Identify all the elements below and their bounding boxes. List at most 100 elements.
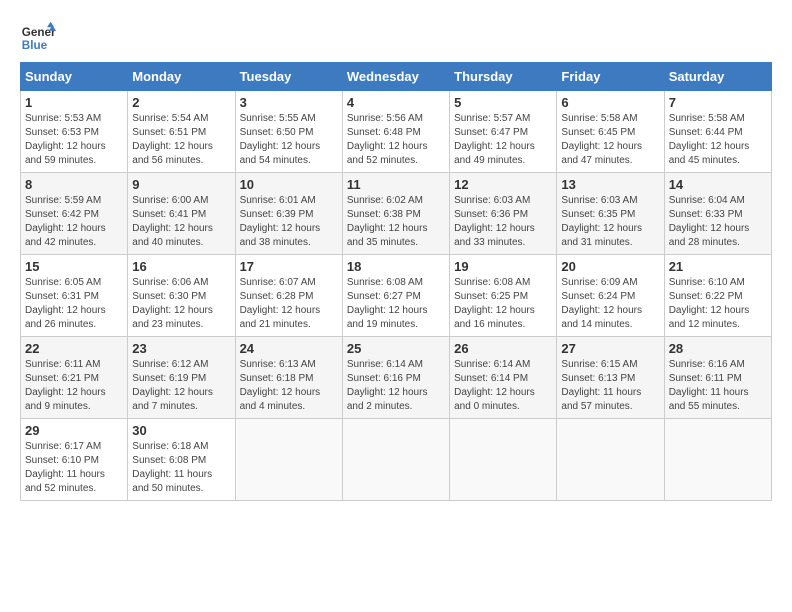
weekday-header-saturday: Saturday [664,63,771,91]
weekday-header-wednesday: Wednesday [342,63,449,91]
day-info: Sunrise: 6:08 AM Sunset: 6:25 PM Dayligh… [454,276,552,332]
day-info: Sunrise: 6:17 AM Sunset: 6:10 PM Dayligh… [25,440,123,496]
day-cell: 29 Sunrise: 6:17 AM Sunset: 6:10 PM Dayli… [21,419,128,501]
day-cell: 26 Sunrise: 6:14 AM Sunset: 6:14 PM Dayli… [450,337,557,419]
day-number: 3 [240,95,338,110]
day-number: 25 [347,341,445,356]
day-number: 9 [132,177,230,192]
day-cell: 19 Sunrise: 6:08 AM Sunset: 6:25 PM Dayli… [450,255,557,337]
day-number: 23 [132,341,230,356]
day-info: Sunrise: 6:09 AM Sunset: 6:24 PM Dayligh… [561,276,659,332]
day-number: 7 [669,95,767,110]
day-number: 13 [561,177,659,192]
day-number: 24 [240,341,338,356]
day-info: Sunrise: 5:58 AM Sunset: 6:45 PM Dayligh… [561,112,659,168]
day-cell [664,419,771,501]
week-row-2: 8Sunrise: 5:59 AM Sunset: 6:42 PM Daylig… [21,173,772,255]
day-cell: 4Sunrise: 5:56 AM Sunset: 6:48 PM Daylig… [342,91,449,173]
day-info: Sunrise: 5:55 AM Sunset: 6:50 PM Dayligh… [240,112,338,168]
logo: General Blue [20,20,56,56]
day-cell [557,419,664,501]
week-row-4: 22 Sunrise: 6:11 AM Sunset: 6:21 PM Dayli… [21,337,772,419]
day-info: Sunrise: 6:02 AM Sunset: 6:38 PM Dayligh… [347,194,445,250]
day-number: 10 [240,177,338,192]
day-number: 16 [132,259,230,274]
day-number: 27 [561,341,659,356]
day-info: Sunrise: 6:03 AM Sunset: 6:35 PM Dayligh… [561,194,659,250]
day-cell: 15 Sunrise: 6:05 AM Sunset: 6:31 PM Dayli… [21,255,128,337]
day-cell: 11Sunrise: 6:02 AM Sunset: 6:38 PM Dayli… [342,173,449,255]
day-cell: 9 Sunrise: 6:00 AM Sunset: 6:41 PM Daylig… [128,173,235,255]
day-cell: 8Sunrise: 5:59 AM Sunset: 6:42 PM Daylig… [21,173,128,255]
day-cell: 27 Sunrise: 6:15 AM Sunset: 6:13 PM Dayli… [557,337,664,419]
day-cell: 14 Sunrise: 6:04 AM Sunset: 6:33 PM Dayli… [664,173,771,255]
day-cell [235,419,342,501]
day-cell: 28Sunrise: 6:16 AM Sunset: 6:11 PM Dayli… [664,337,771,419]
day-info: Sunrise: 5:58 AM Sunset: 6:44 PM Dayligh… [669,112,767,168]
day-info: Sunrise: 6:10 AM Sunset: 6:22 PM Dayligh… [669,276,767,332]
day-cell: 20 Sunrise: 6:09 AM Sunset: 6:24 PM Dayli… [557,255,664,337]
day-info: Sunrise: 6:11 AM Sunset: 6:21 PM Dayligh… [25,358,123,414]
week-row-1: 1 Sunrise: 5:53 AM Sunset: 6:53 PM Daylig… [21,91,772,173]
calendar-table: SundayMondayTuesdayWednesdayThursdayFrid… [20,62,772,501]
page-header: General Blue [20,20,772,56]
day-info: Sunrise: 6:14 AM Sunset: 6:14 PM Dayligh… [454,358,552,414]
day-info: Sunrise: 6:18 AM Sunset: 6:08 PM Dayligh… [132,440,230,496]
day-cell [342,419,449,501]
week-row-3: 15 Sunrise: 6:05 AM Sunset: 6:31 PM Dayli… [21,255,772,337]
day-cell: 13 Sunrise: 6:03 AM Sunset: 6:35 PM Dayli… [557,173,664,255]
day-number: 26 [454,341,552,356]
day-info: Sunrise: 5:57 AM Sunset: 6:47 PM Dayligh… [454,112,552,168]
day-info: Sunrise: 5:53 AM Sunset: 6:53 PM Dayligh… [25,112,123,168]
weekday-header-sunday: Sunday [21,63,128,91]
weekday-header-tuesday: Tuesday [235,63,342,91]
day-number: 19 [454,259,552,274]
weekday-header-row: SundayMondayTuesdayWednesdayThursdayFrid… [21,63,772,91]
day-cell: 1 Sunrise: 5:53 AM Sunset: 6:53 PM Daylig… [21,91,128,173]
day-number: 1 [25,95,123,110]
day-info: Sunrise: 6:03 AM Sunset: 6:36 PM Dayligh… [454,194,552,250]
day-cell: 5 Sunrise: 5:57 AM Sunset: 6:47 PM Daylig… [450,91,557,173]
svg-text:Blue: Blue [22,39,48,52]
day-info: Sunrise: 6:15 AM Sunset: 6:13 PM Dayligh… [561,358,659,414]
day-number: 20 [561,259,659,274]
day-info: Sunrise: 6:04 AM Sunset: 6:33 PM Dayligh… [669,194,767,250]
day-info: Sunrise: 6:00 AM Sunset: 6:41 PM Dayligh… [132,194,230,250]
day-number: 6 [561,95,659,110]
week-row-5: 29 Sunrise: 6:17 AM Sunset: 6:10 PM Dayli… [21,419,772,501]
day-cell: 16 Sunrise: 6:06 AM Sunset: 6:30 PM Dayli… [128,255,235,337]
day-number: 5 [454,95,552,110]
day-number: 15 [25,259,123,274]
day-number: 21 [669,259,767,274]
day-info: Sunrise: 6:07 AM Sunset: 6:28 PM Dayligh… [240,276,338,332]
day-info: Sunrise: 6:12 AM Sunset: 6:19 PM Dayligh… [132,358,230,414]
day-cell: 22 Sunrise: 6:11 AM Sunset: 6:21 PM Dayli… [21,337,128,419]
logo-icon: General Blue [20,20,56,56]
day-info: Sunrise: 6:13 AM Sunset: 6:18 PM Dayligh… [240,358,338,414]
day-info: Sunrise: 6:05 AM Sunset: 6:31 PM Dayligh… [25,276,123,332]
day-info: Sunrise: 6:16 AM Sunset: 6:11 PM Dayligh… [669,358,767,414]
day-cell: 12 Sunrise: 6:03 AM Sunset: 6:36 PM Dayli… [450,173,557,255]
day-number: 18 [347,259,445,274]
day-cell: 23 Sunrise: 6:12 AM Sunset: 6:19 PM Dayli… [128,337,235,419]
day-cell: 25 Sunrise: 6:14 AM Sunset: 6:16 PM Dayli… [342,337,449,419]
day-number: 17 [240,259,338,274]
day-cell: 30 Sunrise: 6:18 AM Sunset: 6:08 PM Dayli… [128,419,235,501]
weekday-header-thursday: Thursday [450,63,557,91]
day-number: 12 [454,177,552,192]
day-number: 2 [132,95,230,110]
day-cell: 3 Sunrise: 5:55 AM Sunset: 6:50 PM Daylig… [235,91,342,173]
day-number: 22 [25,341,123,356]
day-number: 29 [25,423,123,438]
day-number: 4 [347,95,445,110]
day-cell: 17 Sunrise: 6:07 AM Sunset: 6:28 PM Dayli… [235,255,342,337]
day-number: 8 [25,177,123,192]
day-cell: 21 Sunrise: 6:10 AM Sunset: 6:22 PM Dayli… [664,255,771,337]
day-number: 30 [132,423,230,438]
day-cell: 18Sunrise: 6:08 AM Sunset: 6:27 PM Dayli… [342,255,449,337]
day-cell [450,419,557,501]
day-number: 14 [669,177,767,192]
day-info: Sunrise: 6:06 AM Sunset: 6:30 PM Dayligh… [132,276,230,332]
day-cell: 10Sunrise: 6:01 AM Sunset: 6:39 PM Dayli… [235,173,342,255]
day-info: Sunrise: 6:14 AM Sunset: 6:16 PM Dayligh… [347,358,445,414]
